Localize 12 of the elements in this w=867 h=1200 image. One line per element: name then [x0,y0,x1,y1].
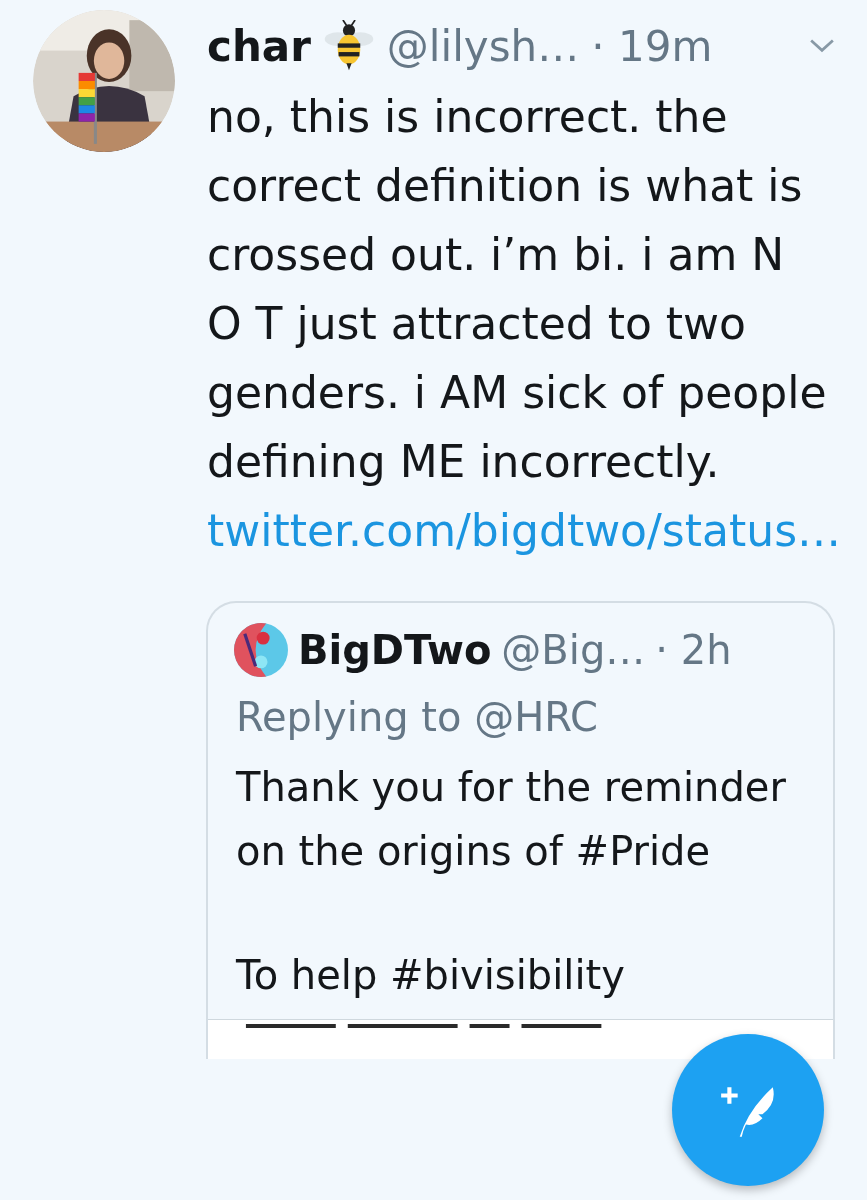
quoted-tweet-text: Thank you for the reminder on the origins of #Pride [235,763,787,876]
user-name[interactable]: BigDTwo [298,627,492,673]
quoted-tweet-card[interactable]: BigDTwo @Big… · 2h Replying to @HRC Thank you for the reminder on the origins of #Pride To help #bivisibility [206,601,835,1059]
user-name[interactable]: char [207,21,311,71]
user-handle: @Big… [501,627,646,673]
timestamp: · 2h [655,627,732,673]
quoted-tweet-text: To help #bivisibility [235,951,626,1000]
replying-to-text: Replying to @HRC [235,693,600,742]
chevron-down-icon[interactable] [809,38,835,54]
user-handle: @lilysh… [386,21,580,71]
timestamp: · 19m [591,21,713,71]
bee-icon [322,20,375,72]
